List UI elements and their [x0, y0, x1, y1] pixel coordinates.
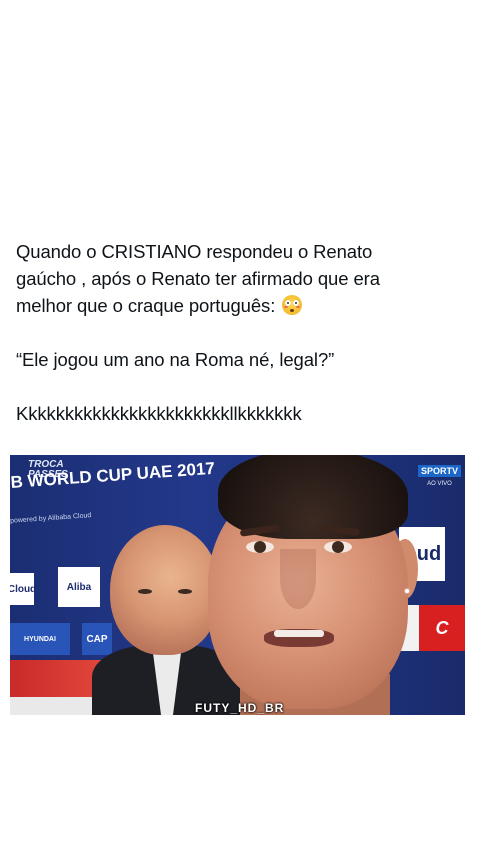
post-line-1: Quando o CRISTIANO respondeu o Renato [16, 241, 373, 262]
powered-by-banner: powered by Alibaba Cloud [10, 512, 92, 525]
flushed-face-emoji-icon [282, 295, 303, 315]
post-quote: “Ele jogou um ano na Roma né, legal?” [16, 349, 335, 370]
post-line-3-text: melhor que o craque português: [16, 295, 276, 316]
sponsor-hyundai-board: HYUNDAI [10, 623, 70, 655]
attached-video[interactable]: TROCA PASSES B WORLD CUP UAE 2017 powere… [10, 455, 465, 715]
sponsor-alibaba-board: Aliba [58, 567, 100, 607]
post-text: Quando o CRISTIANO respondeu o Renato ga… [16, 238, 468, 427]
post-line-3: melhor que o craque português: [16, 292, 468, 319]
video-watermark: FUTY_HD_BR [195, 701, 285, 715]
interviewed-player [200, 455, 440, 715]
post-line-2: gaúcho , após o Renato ter afirmado que … [16, 268, 380, 289]
post-laugh: Kkkkkkkkkkkkkkkkkkkkkkkllkkkkkkk [16, 403, 302, 424]
sponsor-cloud-board: Cloud [10, 573, 36, 605]
